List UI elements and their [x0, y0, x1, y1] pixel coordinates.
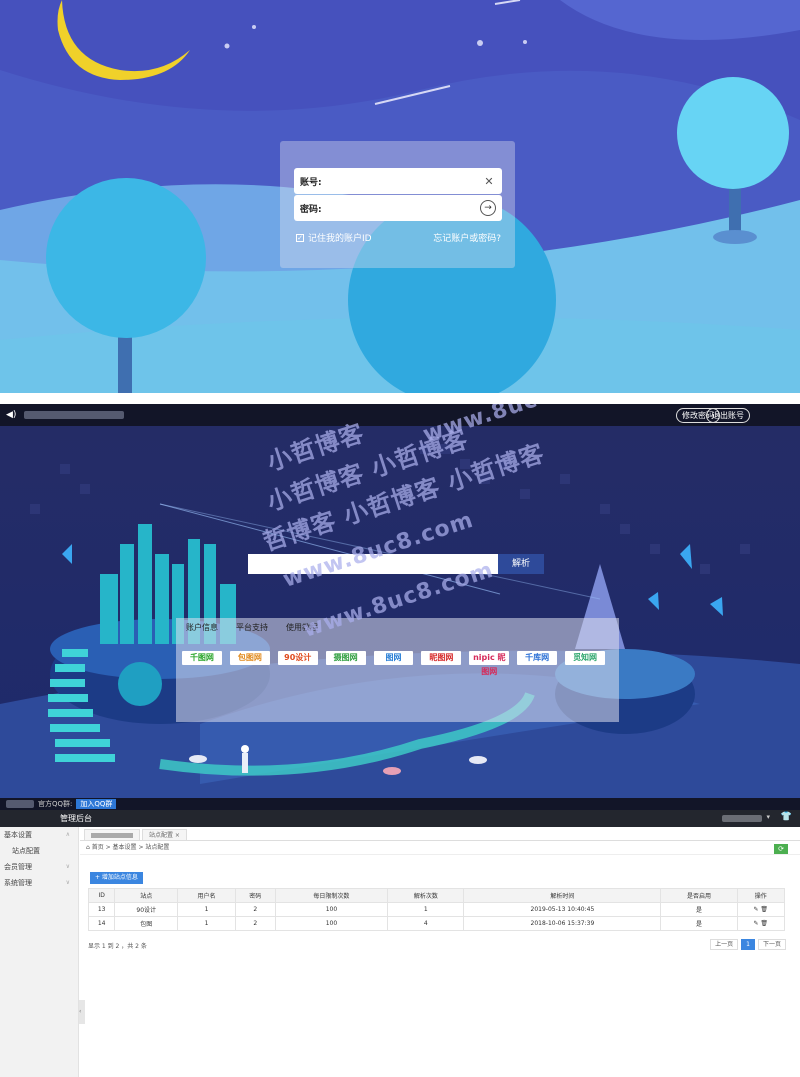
login-form: 账号: ✕ 密码: → ✓ 记住我的账户ID 忘记账户或密码?: [280, 141, 515, 268]
column-header: 操作: [736, 888, 786, 903]
logout-button[interactable]: 退出账号: [706, 408, 750, 423]
table-cell: 2: [234, 902, 276, 917]
column-header: 密码: [234, 888, 276, 903]
column-header: 解析次数: [387, 888, 465, 903]
row-actions[interactable]: ✎ 🗑: [736, 902, 786, 917]
tab-platform-support[interactable]: 平台支持: [236, 622, 268, 633]
submit-arrow-icon[interactable]: →: [480, 200, 496, 216]
table-cell: 1: [177, 902, 236, 917]
table-cell: 包图: [114, 916, 179, 931]
next-page-button[interactable]: 下一页: [757, 939, 786, 950]
site-config-table: ID 站点 用户名 密码 每日限制次数 解析次数 解析时间 是否启用 操作 13 90设计 1 2 10…: [87, 888, 786, 931]
breadcrumb: ⌂ 首页 > 基本设置 > 站点配置 ⟳: [80, 841, 800, 855]
table-row: 14 包图 1 2 100 4 2018-10-06 15:37:39 是 ✎ 🗑: [87, 916, 786, 931]
site-logo: 图网: [373, 651, 414, 665]
dashboard-topbar: ◀) 修改密码 退出账号: [0, 404, 800, 426]
tab-account-info[interactable]: 账户信息: [186, 622, 218, 633]
table-cell: 100: [274, 916, 389, 931]
admin-backend: 管理后台 ▾ 👕 基本设置 ∧ 站点配置 会员管理 ∨ 系统管理 ∨ ‹ 站点配置 ×…: [0, 810, 800, 1077]
row-actions[interactable]: ✎ 🗑: [736, 916, 786, 931]
account-label: 账号:: [300, 177, 322, 188]
volume-icon: ◀): [6, 410, 17, 420]
supported-sites: 千图网 包图网 90设计 摄图网 图网 昵图网 nipic 昵图网 千库网 觅知网: [176, 633, 619, 676]
account-input[interactable]: [325, 171, 482, 191]
column-header: 是否启用: [660, 888, 738, 903]
remember-label: 记住我的账户ID: [308, 234, 372, 244]
table-cell: 2018-10-06 15:37:39: [463, 916, 662, 931]
admin-tabs: 站点配置 ×: [80, 827, 800, 841]
table-cell: 2: [234, 916, 276, 931]
tab-blurred[interactable]: [84, 829, 140, 840]
remember-checkbox[interactable]: ✓ 记住我的账户ID: [296, 231, 372, 244]
info-tabs: 账户信息 平台支持 使用教程: [176, 618, 619, 633]
column-header: 用户名: [177, 888, 236, 903]
sidebar-item-basic-settings[interactable]: 基本设置 ∧: [0, 827, 78, 843]
admin-main: 站点配置 × ⌂ 首页 > 基本设置 > 站点配置 ⟳ + 增加站点信息 ID 站…: [80, 827, 800, 1077]
table-cell: 13: [87, 902, 116, 917]
prev-page-button[interactable]: 上一页: [710, 939, 739, 950]
table-cell: 1: [177, 916, 236, 931]
table-cell: 14: [87, 916, 116, 931]
site-logo: 摄图网: [325, 651, 366, 665]
clear-icon[interactable]: ✕: [482, 175, 496, 188]
site-logo: nipic 昵图网: [469, 651, 510, 676]
qq-group-label: 官方QQ群:: [38, 800, 73, 808]
admin-header: 管理后台 ▾ 👕: [0, 810, 800, 827]
forgot-password-link[interactable]: 忘记账户或密码?: [433, 231, 501, 244]
sidebar-item-site-config[interactable]: 站点配置: [0, 843, 78, 859]
site-logo: 90设计: [277, 651, 318, 665]
chevron-down-icon[interactable]: ▾: [766, 813, 770, 821]
table-cell: 是: [660, 902, 738, 917]
add-site-button[interactable]: + 增加站点信息: [90, 872, 143, 884]
site-logo: 千图网: [182, 651, 222, 665]
page-1-button[interactable]: 1: [741, 939, 755, 950]
site-logo: 千库网: [517, 651, 558, 665]
table-cell: 90设计: [114, 902, 179, 917]
column-header: 解析时间: [463, 888, 662, 903]
site-logo: 昵图网: [421, 651, 462, 665]
pagination: 上一页 1 下一页: [707, 939, 786, 950]
refresh-icon[interactable]: ⟳: [774, 844, 788, 854]
sidebar-item-member-management[interactable]: 会员管理 ∨: [0, 859, 78, 875]
table-row: 13 90设计 1 2 100 1 2019-05-13 10:40:45 是 ✎ 🗑: [87, 902, 786, 917]
sidebar-item-system-management[interactable]: 系统管理 ∨: [0, 875, 78, 891]
site-logo: 觅知网: [565, 651, 606, 665]
tab-site-config[interactable]: 站点配置 ×: [142, 829, 187, 840]
footer-blurred-text: [6, 800, 34, 808]
column-header: 每日限制次数: [274, 888, 389, 903]
table-cell: 1: [387, 902, 465, 917]
admin-user-blurred[interactable]: [722, 815, 762, 822]
account-field: 账号: ✕: [294, 168, 502, 194]
pagination-info: 显示 1 到 2 ，共 2 条: [88, 943, 147, 950]
password-field: 密码: →: [294, 195, 502, 221]
table-cell: 2019-05-13 10:40:45: [463, 902, 662, 917]
password-label: 密码:: [300, 204, 322, 215]
password-input[interactable]: [325, 198, 480, 218]
column-header: 站点: [114, 888, 179, 903]
table-cell: 4: [387, 916, 465, 931]
site-logo: 包图网: [229, 651, 270, 665]
admin-title: 管理后台: [60, 814, 92, 823]
info-panel: 账户信息 平台支持 使用教程 千图网 包图网 90设计 摄图网 图网 昵图网 nipic 昵…: [176, 618, 619, 722]
checkbox-icon[interactable]: ✓: [296, 233, 304, 242]
table-cell: 100: [274, 902, 389, 917]
join-qq-button[interactable]: 加入QQ群: [76, 799, 117, 809]
parse-button[interactable]: 解析: [498, 554, 544, 574]
admin-sidebar: 基本设置 ∧ 站点配置 会员管理 ∨ 系统管理 ∨: [0, 827, 79, 1077]
column-header: ID: [87, 888, 116, 903]
table-cell: 是: [660, 916, 738, 931]
theme-icon[interactable]: 👕: [781, 812, 792, 822]
dashboard-footer: 官方QQ群: 加入QQ群: [0, 798, 800, 810]
login-screen: 账号: ✕ 密码: → ✓ 记住我的账户ID 忘记账户或密码?: [0, 0, 800, 393]
user-name-blurred: [24, 411, 125, 419]
parser-dashboard: ◀) 修改密码 退出账号 解析 账户信息 平台支持 使用教程 千图网 包图网 90设…: [0, 404, 800, 810]
